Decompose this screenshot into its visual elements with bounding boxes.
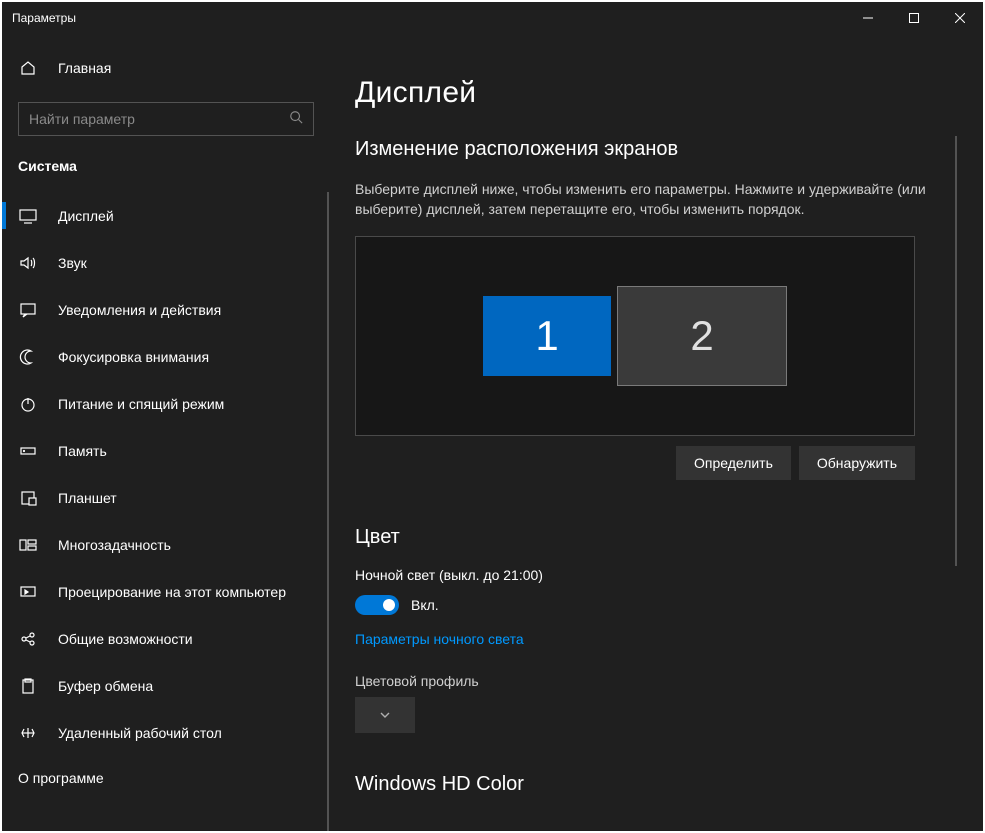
storage-icon (18, 441, 38, 461)
night-light-toggle[interactable] (355, 595, 399, 615)
nav-item-focus[interactable]: Фокусировка внимания (2, 333, 329, 380)
search-input[interactable] (29, 111, 289, 127)
nav-item-multitask[interactable]: Многозадачность (2, 521, 329, 568)
nav-label: Буфер обмена (58, 678, 153, 694)
nav-label: О программе (18, 770, 104, 786)
category-label: Система (2, 158, 330, 174)
nav-item-storage[interactable]: Память (2, 427, 329, 474)
nav-item-tablet[interactable]: Планшет (2, 474, 329, 521)
page-title: Дисплей (355, 76, 959, 110)
nav-item-clipboard[interactable]: Буфер обмена (2, 662, 329, 709)
tablet-icon (18, 488, 38, 508)
detect-button[interactable]: Обнаружить (799, 446, 915, 480)
maximize-button[interactable] (891, 2, 937, 34)
color-profile-label: Цветовой профиль (355, 673, 959, 689)
focus-icon (18, 347, 38, 367)
nav-label: Многозадачность (58, 537, 171, 553)
color-heading: Цвет (355, 526, 959, 549)
clipboard-icon (18, 676, 38, 696)
nav-label: Удаленный рабочий стол (58, 725, 222, 741)
nav-label: Фокусировка внимания (58, 349, 209, 365)
nav-label: Уведомления и действия (58, 302, 221, 318)
display-arrangement-area[interactable]: 1 2 (355, 236, 915, 436)
nav-item-about[interactable]: О программе (2, 756, 329, 786)
search-icon (289, 110, 303, 129)
nav-label: Дисплей (58, 208, 114, 224)
nav-label: Память (58, 443, 107, 459)
window-controls (845, 2, 983, 34)
close-button[interactable] (937, 2, 983, 34)
sidebar: Главная Система (2, 34, 330, 831)
home-label: Главная (58, 60, 111, 76)
nav-label: Планшет (58, 490, 117, 506)
nav-list: Дисплей Звук Уведомления и действия (2, 192, 330, 831)
color-profile-select[interactable] (355, 697, 415, 733)
nav-item-project[interactable]: Проецирование на этот компьютер (2, 568, 329, 615)
display-icon (18, 206, 38, 226)
project-icon (18, 582, 38, 602)
night-light-settings-link[interactable]: Параметры ночного света (355, 631, 524, 647)
sound-icon (18, 253, 38, 273)
shared-icon (18, 629, 38, 649)
nav-item-display[interactable]: Дисплей (2, 192, 329, 239)
nav-label: Питание и спящий режим (58, 396, 224, 412)
monitor-2[interactable]: 2 (617, 286, 787, 386)
multitask-icon (18, 535, 38, 555)
remote-icon (18, 723, 38, 743)
arrange-buttons: Определить Обнаружить (355, 446, 915, 480)
hd-color-heading: Windows HD Color (355, 773, 959, 796)
monitor-1[interactable]: 1 (483, 296, 611, 376)
arrange-instruction: Выберите дисплей ниже, чтобы изменить ег… (355, 179, 935, 220)
content-scrollbar[interactable] (955, 136, 957, 566)
toggle-state-label: Вкл. (411, 597, 439, 613)
window-title: Параметры (12, 11, 76, 25)
night-light-label: Ночной свет (выкл. до 21:00) (355, 567, 959, 583)
notifications-icon (18, 300, 38, 320)
nav-label: Общие возможности (58, 631, 193, 647)
search-box[interactable] (18, 102, 314, 136)
arrange-heading: Изменение расположения экранов (355, 138, 959, 161)
nav-label: Звук (58, 255, 87, 271)
content-pane: Дисплей Изменение расположения экранов В… (330, 34, 983, 831)
nav-item-remote[interactable]: Удаленный рабочий стол (2, 709, 329, 756)
nav-item-shared[interactable]: Общие возможности (2, 615, 329, 662)
nav-label: Проецирование на этот компьютер (58, 584, 286, 600)
power-icon (18, 394, 38, 414)
home-nav[interactable]: Главная (2, 46, 330, 90)
settings-window: Параметры Главная (2, 2, 983, 831)
minimize-button[interactable] (845, 2, 891, 34)
nav-item-notifications[interactable]: Уведомления и действия (2, 286, 329, 333)
home-icon (18, 58, 38, 78)
nav-scrollbar[interactable] (327, 192, 329, 831)
identify-button[interactable]: Определить (676, 446, 791, 480)
titlebar: Параметры (2, 2, 983, 34)
nav-item-power[interactable]: Питание и спящий режим (2, 380, 329, 427)
nav-item-sound[interactable]: Звук (2, 239, 329, 286)
